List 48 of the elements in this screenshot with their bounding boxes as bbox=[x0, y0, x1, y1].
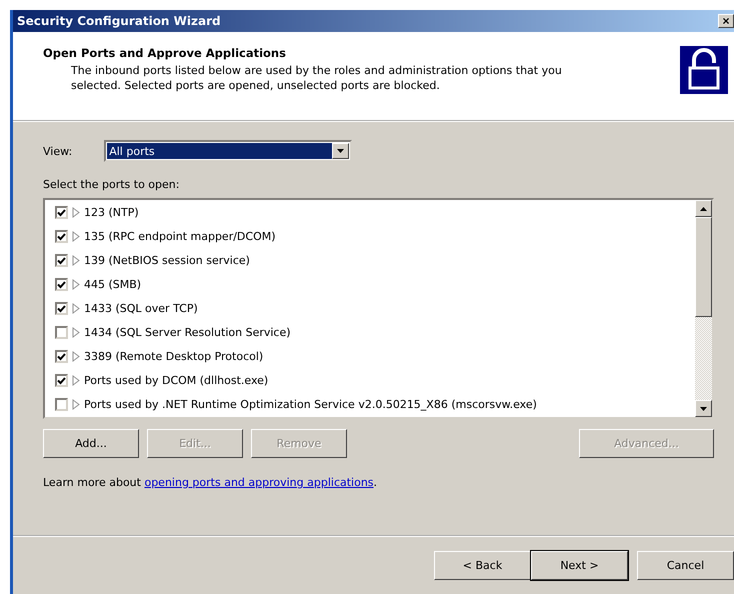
port-label: 1434 (SQL Server Resolution Service) bbox=[84, 326, 291, 339]
wizard-nav-button[interactable]: Cancel bbox=[637, 551, 734, 580]
port-checkbox[interactable] bbox=[55, 374, 68, 387]
wizard-nav-button[interactable]: < Back bbox=[434, 551, 531, 580]
port-checkbox[interactable] bbox=[55, 398, 68, 411]
expand-icon[interactable] bbox=[72, 327, 80, 338]
down-arrow-icon bbox=[700, 406, 707, 410]
ports-list[interactable] bbox=[43, 198, 714, 419]
window-title: Security Configuration Wizard bbox=[17, 14, 221, 28]
view-label: View: bbox=[43, 144, 72, 158]
close-button[interactable]: × bbox=[718, 14, 734, 28]
learn-more-text: Learn more about opening ports and approving applications. bbox=[43, 476, 378, 489]
port-label: 139 (NetBIOS session service) bbox=[84, 254, 250, 267]
expand-icon[interactable] bbox=[72, 231, 80, 242]
port-checkbox[interactable] bbox=[55, 230, 68, 243]
port-checkbox[interactable] bbox=[55, 350, 68, 363]
list-action-button[interactable]: Add... bbox=[43, 429, 139, 458]
port-label: 445 (SMB) bbox=[84, 278, 142, 291]
scroll-down-button[interactable] bbox=[695, 400, 712, 417]
ports-label: Select the ports to open: bbox=[43, 178, 180, 191]
expand-icon[interactable] bbox=[72, 375, 80, 386]
scroll-up-button[interactable] bbox=[695, 200, 712, 217]
wizard-nav-button[interactable]: Next > bbox=[531, 551, 628, 580]
port-label: 3389 (Remote Desktop Protocol) bbox=[84, 350, 264, 363]
page-title: Open Ports and Approve Applications bbox=[43, 46, 287, 60]
up-arrow-icon bbox=[700, 206, 707, 210]
port-checkbox[interactable] bbox=[55, 302, 68, 315]
port-label: 135 (RPC endpoint mapper/DCOM) bbox=[84, 230, 276, 243]
port-checkbox[interactable] bbox=[55, 278, 68, 291]
view-dropdown[interactable]: All ports bbox=[104, 140, 352, 162]
port-label: 123 (NTP) bbox=[84, 206, 139, 219]
port-checkbox[interactable] bbox=[55, 326, 68, 339]
port-label: Ports used by DCOM (dllhost.exe) bbox=[84, 374, 268, 387]
expand-icon[interactable] bbox=[72, 207, 80, 218]
port-label: Ports used by .NET Runtime Optimization Service v2.0.50215_X86 (mscorsvw.exe) bbox=[84, 398, 537, 411]
expand-icon[interactable] bbox=[72, 279, 80, 290]
expand-icon[interactable] bbox=[72, 303, 80, 314]
port-checkbox[interactable] bbox=[55, 254, 68, 267]
expand-icon[interactable] bbox=[72, 399, 80, 410]
page-description: The inbound ports listed below are used by the roles and administration options that you selected. Selected ports are opened, unselected ports are blocked. bbox=[71, 63, 563, 93]
port-checkbox[interactable] bbox=[55, 206, 68, 219]
scrollbar-thumb[interactable] bbox=[695, 217, 712, 317]
help-link[interactable]: opening ports and approving applications bbox=[144, 476, 374, 489]
padlock-icon bbox=[680, 46, 728, 94]
port-label: 1433 (SQL over TCP) bbox=[84, 302, 198, 315]
dropdown-arrow-icon bbox=[337, 149, 344, 153]
expand-icon[interactable] bbox=[72, 351, 80, 362]
expand-icon[interactable] bbox=[72, 255, 80, 266]
